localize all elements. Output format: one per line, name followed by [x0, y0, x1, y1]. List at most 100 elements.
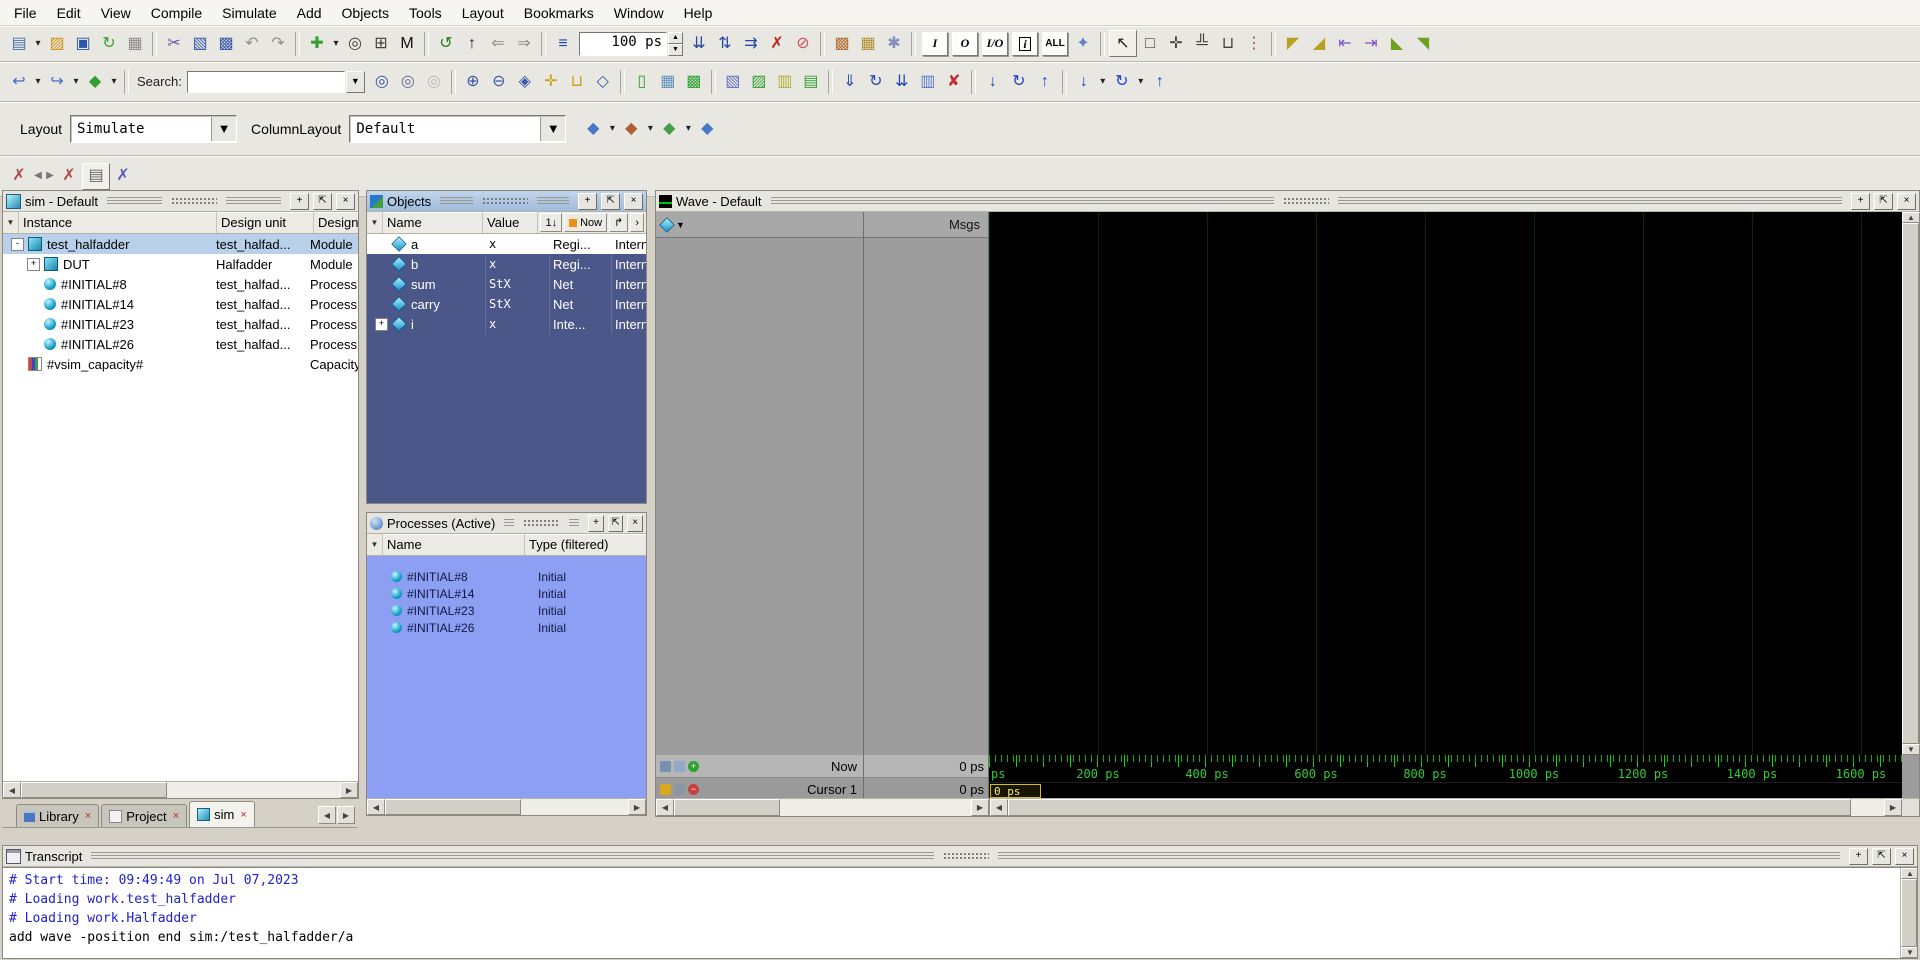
performance-profile-button[interactable]: ▩ [829, 31, 855, 56]
save-button[interactable]: ▣ [70, 31, 96, 56]
scroll-thumb[interactable] [1901, 879, 1917, 947]
panel-close-button[interactable]: × [336, 193, 355, 210]
run-length-icon-button[interactable]: ≡ [550, 31, 576, 56]
menu-item[interactable]: Edit [47, 1, 91, 25]
toolbar-button[interactable] [124, 70, 129, 94]
new-file-dropdown[interactable]: ▾ [32, 31, 44, 56]
lock-cursor-icon[interactable] [660, 784, 671, 795]
scroll-left-icon[interactable]: ◀ [656, 799, 674, 816]
filter-icon[interactable]: ▼ [3, 212, 19, 233]
reload-button[interactable]: ↻ [96, 31, 122, 56]
search-dropdown-button[interactable]: ▼ [346, 71, 365, 93]
scroll-thumb[interactable] [385, 799, 521, 815]
timeline-ruler[interactable]: ps200 ps400 ps600 ps800 ps1000 ps1200 ps… [989, 755, 1902, 799]
mentor-m-button[interactable]: M [394, 31, 420, 56]
column-header-design-unit[interactable]: Design unit [217, 212, 314, 233]
scroll-left-icon[interactable]: ◀ [367, 799, 385, 815]
titlebar-drag-handle[interactable] [523, 519, 560, 527]
wave-edit-move-button[interactable]: ◥ [1410, 31, 1436, 56]
tree-expander[interactable]: - [11, 238, 24, 251]
panel-close-button[interactable]: × [624, 193, 643, 210]
transition-mode-dropdown[interactable]: ▾ [1135, 69, 1147, 94]
tree-row-initial-26[interactable]: #INITIAL#26 test_halfad... Process [3, 334, 358, 354]
show-grid-button[interactable]: ▦ [655, 69, 681, 94]
open-file-button[interactable]: ▨ [44, 31, 70, 56]
sim-horizontal-scrollbar[interactable]: ◀ ▶ [3, 781, 358, 798]
run-length-up-button[interactable]: ▲ [668, 32, 683, 44]
panel-undock-button[interactable]: ⇱ [313, 193, 332, 210]
run-length-input[interactable]: 100 ps [579, 32, 667, 56]
next-transition-dropdown[interactable]: ▾ [1097, 69, 1109, 94]
tab-project[interactable]: Project × [101, 804, 187, 827]
cut-button[interactable]: ✂ [161, 31, 187, 56]
run-length-down-button[interactable]: ▼ [668, 44, 683, 56]
expand-groups-button[interactable]: ▩ [681, 69, 707, 94]
undo-button[interactable]: ↶ [239, 31, 265, 56]
titlebar-drag-handle[interactable] [943, 852, 989, 860]
tab-scroll-right-icon[interactable]: ▶ [337, 806, 355, 824]
object-row-sum[interactable]: sum StX Net Internal [367, 274, 646, 294]
filter-icon[interactable]: ▼ [367, 534, 383, 555]
process-row-initial-26[interactable]: #INITIAL#26 Initial [367, 619, 646, 636]
find-x-previous-arrow[interactable]: ◀ [32, 164, 44, 189]
panel-add-button[interactable]: + [1849, 848, 1868, 865]
exclude-x-button[interactable]: ✗ [110, 164, 136, 189]
ungroup-signals-button[interactable]: ▨ [746, 69, 772, 94]
search-input[interactable] [187, 71, 345, 93]
column-header-name[interactable]: Name [383, 212, 483, 233]
restart-button[interactable]: ↺ [433, 31, 459, 56]
msgs-column-header[interactable]: Msgs [868, 217, 984, 232]
toolbar-button[interactable] [711, 70, 716, 94]
wave-panel-titlebar[interactable]: Wave - Default + ⇱ × [656, 191, 1919, 212]
tab-sim[interactable]: sim × [189, 801, 255, 827]
wave-edit-delete-button[interactable]: ⇥ [1358, 31, 1384, 56]
wave-edit-stretch-button[interactable]: ◣ [1384, 31, 1410, 56]
scroll-control[interactable]: › [630, 213, 644, 232]
filter-settings-button[interactable]: ✦ [1070, 31, 1096, 56]
columnlayout-combobox[interactable]: Default ▼ [349, 115, 566, 143]
panel-undock-button[interactable]: ⇱ [601, 193, 620, 210]
new-file-button[interactable]: ▤ [6, 31, 32, 56]
scroll-thumb[interactable] [674, 799, 780, 816]
find-x-previous-button[interactable]: ✗ [6, 164, 32, 189]
redo-button[interactable]: ↷ [265, 31, 291, 56]
columnlayout-dropdown-icon[interactable]: ▼ [540, 117, 565, 141]
menu-item[interactable]: Simulate [212, 1, 286, 25]
comment-icon[interactable] [674, 761, 685, 772]
object-row-carry[interactable]: carry StX Net Internal [367, 294, 646, 314]
stop-light-button[interactable]: ⋮ [1241, 31, 1267, 56]
scroll-right-icon[interactable]: ▶ [628, 799, 646, 815]
edit-mode-button[interactable]: ╩ [1189, 31, 1215, 56]
goto-control[interactable]: ↱ [609, 213, 628, 232]
transcript-vertical-scrollbar[interactable]: ▲ ▼ [1900, 868, 1917, 958]
scroll-left-icon[interactable]: ◀ [990, 799, 1008, 816]
tab-close-icon[interactable]: × [240, 809, 246, 821]
add-wave-dropdown[interactable]: ▾ [108, 69, 120, 94]
configure-layout-dropdown[interactable]: ▾ [682, 116, 694, 141]
toolbar-button[interactable] [451, 70, 456, 94]
scroll-thumb[interactable] [1902, 223, 1919, 744]
all-filter-button[interactable]: ALL [1042, 32, 1068, 56]
tree-row-dut[interactable]: + DUT Halfadder Module [3, 254, 358, 274]
environment-back-button[interactable]: ⇐ [485, 31, 511, 56]
processes-horizontal-scrollbar[interactable]: ◀ ▶ [367, 798, 646, 815]
scroll-up-icon[interactable]: ▲ [1901, 868, 1917, 879]
now-control[interactable]: Now [564, 213, 607, 232]
add-layout-dropdown[interactable]: ▾ [606, 116, 618, 141]
menu-item[interactable]: Objects [332, 1, 399, 25]
menu-item[interactable]: Bookmarks [514, 1, 604, 25]
object-row-i[interactable]: + i x Inte... Internal [367, 314, 646, 334]
run-button[interactable]: ⇊ [686, 31, 712, 56]
find-next-button[interactable]: ◎ [369, 69, 395, 94]
tab-close-icon[interactable]: × [85, 810, 91, 822]
run-continue-button[interactable]: ⇅ [712, 31, 738, 56]
transcript-body[interactable]: # Start time: 09:49:49 on Jul 07,2023# L… [3, 867, 1917, 958]
tree-row-initial-8[interactable]: #INITIAL#8 test_halfad... Process [3, 274, 358, 294]
menu-item[interactable]: Help [674, 1, 723, 25]
save-format-button[interactable]: ⇓ [837, 69, 863, 94]
zoom-out-button[interactable]: ⊖ [486, 69, 512, 94]
wave-group-dropdown-icon[interactable]: ▼ [676, 220, 685, 230]
toolbar-button[interactable] [1100, 32, 1105, 56]
add-button[interactable]: ✚ [304, 31, 330, 56]
process-row-initial-23[interactable]: #INITIAL#23 Initial [367, 602, 646, 619]
